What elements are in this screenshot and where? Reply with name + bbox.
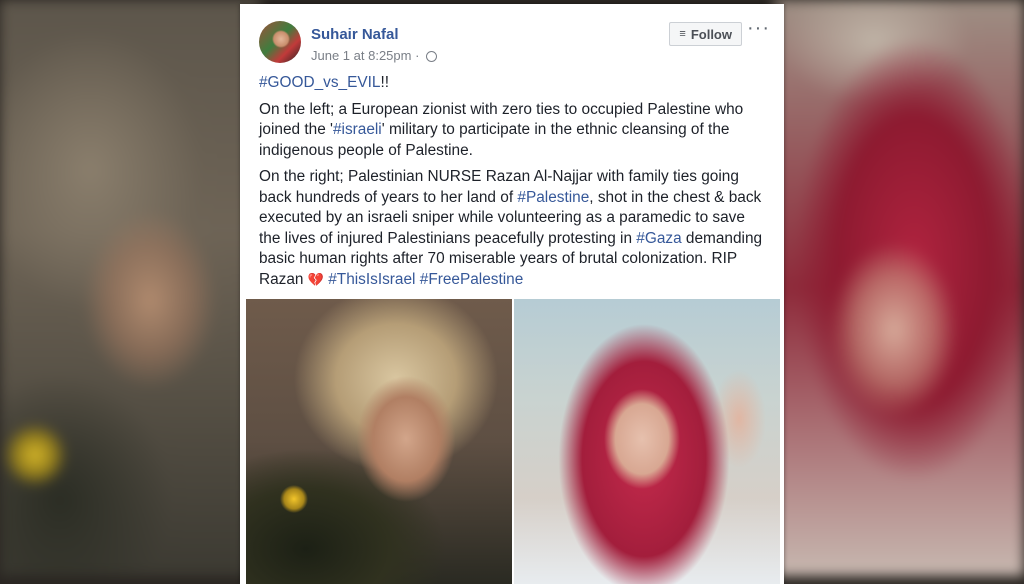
- follow-label: Follow: [690, 26, 732, 42]
- post-photo-nurse[interactable]: [514, 299, 780, 584]
- hashtag-gaza[interactable]: #Gaza: [636, 230, 681, 247]
- post-body: #GOOD_vs_EVIL!! On the left; a European …: [259, 73, 764, 296]
- meta-separator: ·: [411, 48, 424, 63]
- post-header: Suhair Nafal June 1 at 8:25pm · ≡ Follow…: [259, 17, 772, 71]
- post-meta: June 1 at 8:25pm ·: [311, 48, 438, 63]
- rss-icon: ≡: [679, 28, 686, 40]
- author-name[interactable]: Suhair Nafal: [311, 26, 399, 43]
- author-avatar[interactable]: [259, 21, 301, 63]
- facebook-post-card: Suhair Nafal June 1 at 8:25pm · ≡ Follow…: [240, 4, 784, 584]
- hashtag-israeli[interactable]: #israeli: [333, 121, 382, 138]
- heading-suffix: !!: [380, 74, 390, 91]
- hashtag-this-is-israel[interactable]: #ThisIsIsrael: [328, 271, 415, 288]
- more-options-icon[interactable]: ···: [747, 17, 770, 40]
- hashtag-free-palestine[interactable]: #FreePalestine: [420, 271, 524, 288]
- post-timestamp[interactable]: June 1 at 8:25pm: [311, 48, 411, 63]
- blurred-background-right: [774, 0, 1024, 576]
- globe-icon: [426, 51, 438, 62]
- post-photo-soldier[interactable]: [246, 299, 512, 584]
- post-paragraph-1: On the left; a European zionist with zer…: [259, 100, 764, 162]
- blurred-background-left: [0, 0, 260, 576]
- hashtag-palestine[interactable]: #Palestine: [517, 189, 589, 206]
- broken-heart-icon: 💔: [307, 271, 324, 287]
- follow-button[interactable]: ≡ Follow: [669, 22, 742, 46]
- hashtag-good-vs-evil[interactable]: #GOOD_vs_EVIL: [259, 74, 380, 91]
- post-paragraph-2: On the right; Palestinian NURSE Razan Al…: [259, 167, 764, 290]
- post-heading: #GOOD_vs_EVIL!!: [259, 73, 764, 94]
